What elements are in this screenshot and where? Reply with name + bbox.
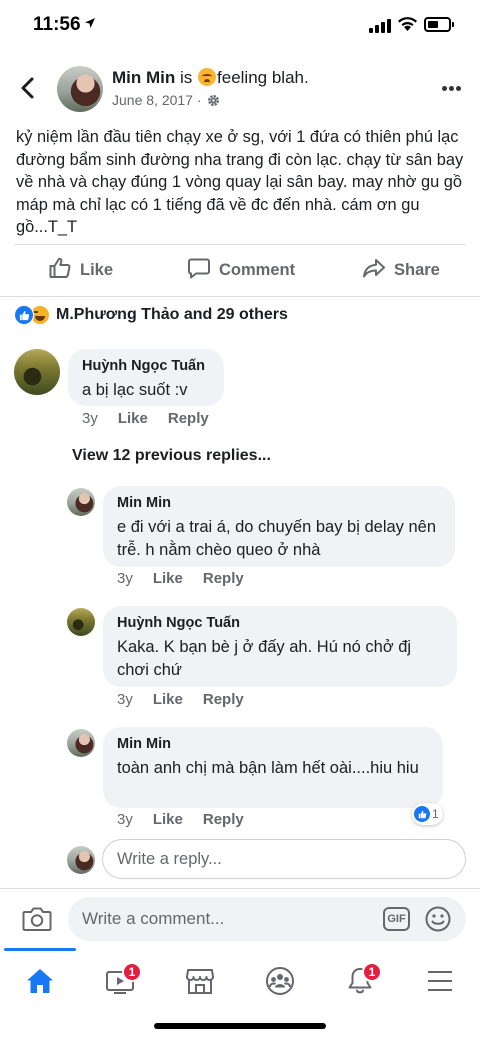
like-label: Like: [80, 260, 114, 279]
cellular-signal-icon: [369, 19, 391, 33]
reply-time: 3y: [117, 691, 133, 708]
tab-menu[interactable]: [410, 958, 470, 1008]
reply-text: e đi với a trai á, do chuyến bay bị dela…: [117, 518, 437, 559]
share-label: Share: [394, 260, 440, 279]
post-author-line: Min Min is feeling blah.: [112, 68, 309, 88]
reply-author[interactable]: Min Min: [117, 494, 441, 513]
feeling-prefix: is: [180, 68, 193, 87]
reply-reaction-badge[interactable]: 1: [412, 803, 443, 825]
post-date[interactable]: June 8, 2017: [112, 92, 193, 108]
reply-like-link[interactable]: Like: [153, 570, 183, 587]
post-author-name[interactable]: Min Min: [112, 68, 175, 87]
tab-groups[interactable]: [250, 958, 310, 1008]
reply-like-link[interactable]: Like: [153, 811, 183, 828]
status-bar: 11:56: [0, 0, 480, 52]
location-arrow-icon: [84, 16, 96, 33]
reactions-summary[interactable]: M.Phương Thảo and 29 others: [14, 305, 288, 325]
feeling-text: feeling blah.: [217, 68, 309, 87]
reply-bubble: Min Min e đi với a trai á, do chuyến bay…: [103, 486, 455, 567]
status-time: 11:56: [33, 14, 81, 35]
comment-button[interactable]: Comment: [187, 255, 295, 285]
back-button[interactable]: [18, 76, 40, 100]
tab-watch[interactable]: 1: [90, 958, 150, 1008]
comment-bubble: Huỳnh Ngọc Tuấn a bị lạc suốt :v: [68, 349, 224, 406]
post-body: kỷ niệm lần đầu tiên chạy xe ở sg, với 1…: [16, 128, 464, 236]
reply-meta: 3y Like Reply: [117, 570, 244, 587]
reply-bubble: Huỳnh Ngọc Tuấn Kaka. K bạn bè j ở đấy a…: [103, 606, 457, 687]
reply-author[interactable]: Huỳnh Ngọc Tuấn: [117, 614, 443, 633]
reply-input[interactable]: Write a reply...: [102, 839, 466, 879]
reply-meta: 3y Like Reply: [117, 811, 244, 828]
divider: [14, 244, 466, 245]
active-tab-indicator: [4, 948, 76, 951]
tab-home[interactable]: [10, 958, 70, 1008]
reply-author[interactable]: Min Min: [117, 735, 429, 754]
author-avatar[interactable]: [57, 66, 103, 112]
tab-marketplace[interactable]: [170, 958, 230, 1008]
comment-like-link[interactable]: Like: [118, 410, 148, 427]
reply-avatar[interactable]: [67, 488, 95, 516]
reactions-summary-text: M.Phương Thảo and 29 others: [56, 306, 288, 323]
reply-avatar[interactable]: [67, 729, 95, 757]
reply-text: Kaka. K bạn bè j ở đấy ah. Hú nó chở đj …: [117, 638, 412, 679]
current-user-avatar: [67, 846, 95, 874]
comment-icon: [187, 256, 211, 285]
reply-text: toàn anh chị mà bận làm hết oài....hiu h…: [117, 759, 419, 777]
more-options-icon[interactable]: [442, 86, 462, 92]
post-date-line: June 8, 2017 ·: [112, 92, 220, 110]
thumbs-up-icon: [48, 256, 72, 285]
reply-time: 3y: [117, 811, 133, 828]
comment-composer: Write a comment... GIF: [0, 888, 480, 948]
feeling-blah-emoji-icon: [198, 68, 217, 86]
reaction-count: 1: [432, 807, 439, 821]
gear-icon: [207, 94, 220, 110]
reply-reply-link[interactable]: Reply: [203, 691, 244, 708]
comment-author[interactable]: Huỳnh Ngọc Tuấn: [82, 357, 210, 376]
reply-bubble: Min Min toàn anh chị mà bận làm hết oài.…: [103, 727, 443, 808]
comment-text: a bị lạc suốt :v: [82, 381, 188, 399]
comment-label: Comment: [219, 260, 296, 279]
divider: [0, 296, 480, 297]
battery-icon: [424, 17, 454, 32]
share-icon: [362, 256, 386, 285]
view-previous-replies-link[interactable]: View 12 previous replies...: [72, 447, 271, 465]
reply-like-link[interactable]: Like: [153, 691, 183, 708]
wifi-icon: [397, 16, 418, 37]
reply-reply-link[interactable]: Reply: [203, 570, 244, 587]
like-button[interactable]: Like: [48, 255, 113, 285]
marketplace-icon: [185, 967, 215, 1000]
menu-icon: [426, 969, 454, 998]
comment-reply-link[interactable]: Reply: [168, 410, 209, 427]
like-reaction-icon: [14, 305, 34, 325]
tab-notifications[interactable]: 1: [330, 958, 390, 1008]
emoji-icon[interactable]: [425, 906, 451, 937]
groups-icon: [265, 966, 295, 1001]
reply-input-placeholder: Write a reply...: [117, 849, 222, 868]
home-icon: [25, 967, 55, 1000]
camera-icon[interactable]: [22, 906, 52, 937]
gif-icon[interactable]: GIF: [383, 907, 410, 931]
comment-meta: 3y Like Reply: [82, 410, 209, 427]
reply-time: 3y: [117, 570, 133, 587]
watch-badge: 1: [122, 962, 142, 982]
commenter-avatar[interactable]: [14, 349, 60, 395]
reply-meta: 3y Like Reply: [117, 691, 244, 708]
reply-avatar[interactable]: [67, 608, 95, 636]
like-reaction-icon: [414, 806, 430, 822]
reply-reply-link[interactable]: Reply: [203, 811, 244, 828]
share-button[interactable]: Share: [362, 255, 440, 285]
comment-time: 3y: [82, 410, 98, 427]
comment-input-placeholder: Write a comment...: [82, 909, 225, 928]
notifications-badge: 1: [362, 962, 382, 982]
home-indicator: [154, 1023, 326, 1029]
